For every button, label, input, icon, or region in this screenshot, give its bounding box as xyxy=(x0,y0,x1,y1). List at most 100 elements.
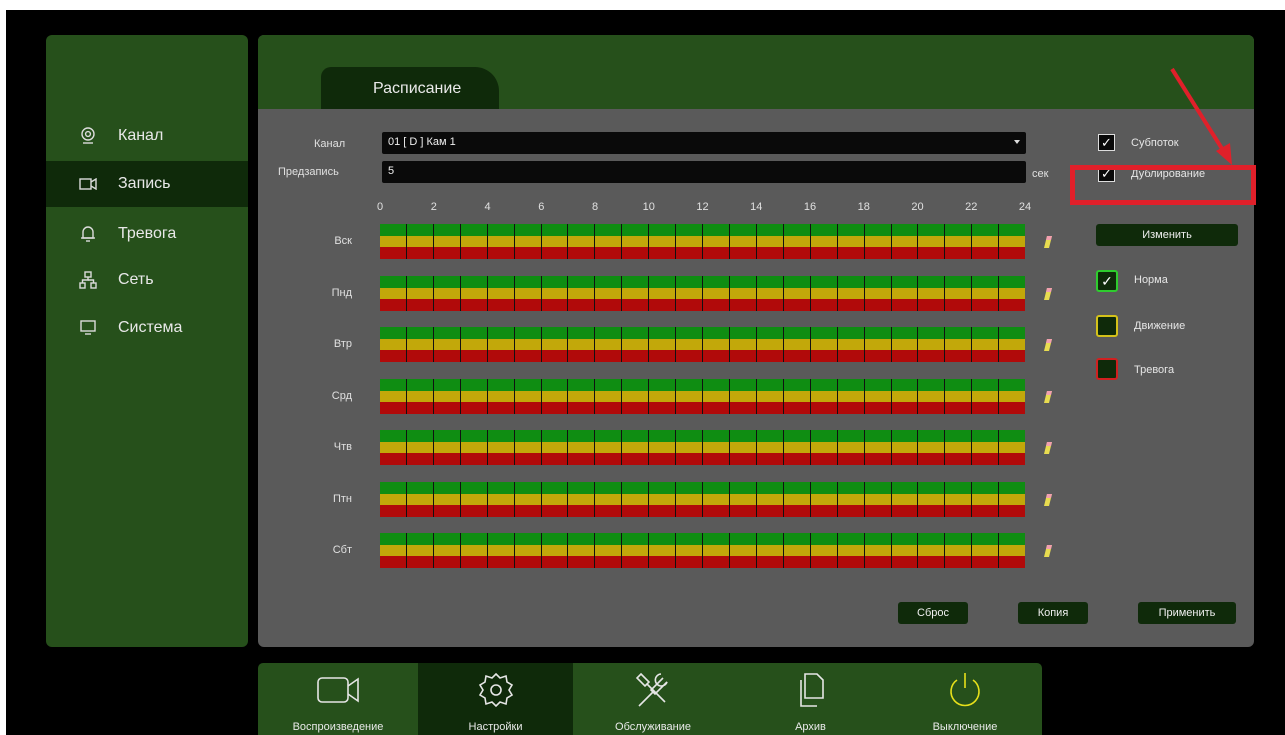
hour-cell[interactable] xyxy=(595,533,623,545)
hour-cell[interactable] xyxy=(783,453,811,465)
hour-cell[interactable] xyxy=(837,378,865,391)
hour-cell[interactable] xyxy=(891,236,919,247)
hour-cell[interactable] xyxy=(433,224,461,236)
hour-cell[interactable] xyxy=(568,247,596,259)
hour-cell[interactable] xyxy=(676,401,704,414)
hour-cell[interactable] xyxy=(729,493,757,505)
hour-cell[interactable] xyxy=(945,504,973,517)
hour-cell[interactable] xyxy=(703,453,730,465)
hour-cell[interactable] xyxy=(568,287,596,299)
hour-cell[interactable] xyxy=(676,327,704,339)
hour-cell[interactable] xyxy=(918,339,946,350)
hour-cell[interactable] xyxy=(729,378,757,391)
hour-cell[interactable] xyxy=(999,504,1026,517)
hour-cell[interactable] xyxy=(729,236,757,247)
hour-cell[interactable] xyxy=(514,504,542,517)
hour-cell[interactable] xyxy=(918,236,946,247)
hour-cell[interactable] xyxy=(945,247,973,259)
hour-cell[interactable] xyxy=(406,287,434,299)
hour-cell[interactable] xyxy=(891,298,919,311)
hour-cell[interactable] xyxy=(783,339,811,350)
hour-cell[interactable] xyxy=(837,247,865,259)
hour-cell[interactable] xyxy=(837,556,865,568)
hour-cell[interactable] xyxy=(891,430,919,442)
hour-cell[interactable] xyxy=(783,287,811,299)
hour-cell[interactable] xyxy=(595,504,623,517)
hour-cell[interactable] xyxy=(406,378,434,391)
hour-cell[interactable] xyxy=(837,298,865,311)
eraser-icon[interactable] xyxy=(1044,545,1052,557)
hour-cell[interactable] xyxy=(541,556,569,568)
hour-cell[interactable] xyxy=(487,350,515,362)
hour-cell[interactable] xyxy=(891,504,919,517)
hour-cell[interactable] xyxy=(460,224,488,236)
sidebar-item-record[interactable]: Запись xyxy=(46,161,248,207)
hour-cell[interactable] xyxy=(999,401,1026,414)
hour-cell[interactable] xyxy=(380,327,407,339)
hour-cell[interactable] xyxy=(433,287,461,299)
hour-cell[interactable] xyxy=(703,493,730,505)
hour-cell[interactable] xyxy=(460,401,488,414)
hour-cell[interactable] xyxy=(406,247,434,259)
hour-cell[interactable] xyxy=(891,401,919,414)
hour-cell[interactable] xyxy=(972,378,1000,391)
hour-cell[interactable] xyxy=(568,453,596,465)
hour-cell[interactable] xyxy=(729,533,757,545)
hour-cell[interactable] xyxy=(864,224,892,236)
hour-cell[interactable] xyxy=(433,545,461,556)
hour-cell[interactable] xyxy=(918,556,946,568)
hour-cell[interactable] xyxy=(756,401,784,414)
hour-cell[interactable] xyxy=(649,493,677,505)
hour-cell[interactable] xyxy=(945,493,973,505)
hour-cell[interactable] xyxy=(460,481,488,494)
hour-cell[interactable] xyxy=(433,339,461,350)
eraser-icon[interactable] xyxy=(1044,442,1052,454)
hour-cell[interactable] xyxy=(918,453,946,465)
hour-cell[interactable] xyxy=(945,390,973,402)
hour-cell[interactable] xyxy=(729,275,757,288)
hour-cell[interactable] xyxy=(918,533,946,545)
hour-cell[interactable] xyxy=(406,556,434,568)
hour-cell[interactable] xyxy=(891,493,919,505)
hour-cell[interactable] xyxy=(622,430,650,442)
hour-cell[interactable] xyxy=(891,224,919,236)
hour-cell[interactable] xyxy=(864,390,892,402)
hour-cell[interactable] xyxy=(541,481,569,494)
schedule-band[interactable] xyxy=(380,430,1026,442)
hour-cell[interactable] xyxy=(756,453,784,465)
hour-cell[interactable] xyxy=(380,350,407,362)
schedule-band[interactable] xyxy=(380,298,1026,311)
hour-cell[interactable] xyxy=(756,298,784,311)
hour-cell[interactable] xyxy=(703,533,730,545)
hour-cell[interactable] xyxy=(972,275,1000,288)
hour-cell[interactable] xyxy=(514,287,542,299)
hour-cell[interactable] xyxy=(918,287,946,299)
hour-cell[interactable] xyxy=(487,339,515,350)
hour-cell[interactable] xyxy=(541,430,569,442)
hour-cell[interactable] xyxy=(595,378,623,391)
hour-cell[interactable] xyxy=(595,481,623,494)
hour-cell[interactable] xyxy=(729,430,757,442)
hour-cell[interactable] xyxy=(972,390,1000,402)
hour-cell[interactable] xyxy=(380,401,407,414)
hour-cell[interactable] xyxy=(972,504,1000,517)
schedule-band[interactable] xyxy=(380,442,1026,453)
hour-cell[interactable] xyxy=(703,350,730,362)
hour-cell[interactable] xyxy=(460,378,488,391)
hour-cell[interactable] xyxy=(999,327,1026,339)
hour-cell[interactable] xyxy=(514,275,542,288)
hour-cell[interactable] xyxy=(999,442,1026,453)
hour-cell[interactable] xyxy=(595,545,623,556)
hour-cell[interactable] xyxy=(756,247,784,259)
day-row[interactable] xyxy=(380,378,1026,414)
hour-cell[interactable] xyxy=(676,236,704,247)
hour-cell[interactable] xyxy=(595,275,623,288)
hour-cell[interactable] xyxy=(380,339,407,350)
hour-cell[interactable] xyxy=(756,339,784,350)
hour-cell[interactable] xyxy=(622,350,650,362)
schedule-band[interactable] xyxy=(380,390,1026,402)
hour-cell[interactable] xyxy=(568,339,596,350)
schedule-band[interactable] xyxy=(380,275,1026,288)
substream-checkbox[interactable]: ✓ xyxy=(1098,134,1115,151)
hour-cell[interactable] xyxy=(945,453,973,465)
